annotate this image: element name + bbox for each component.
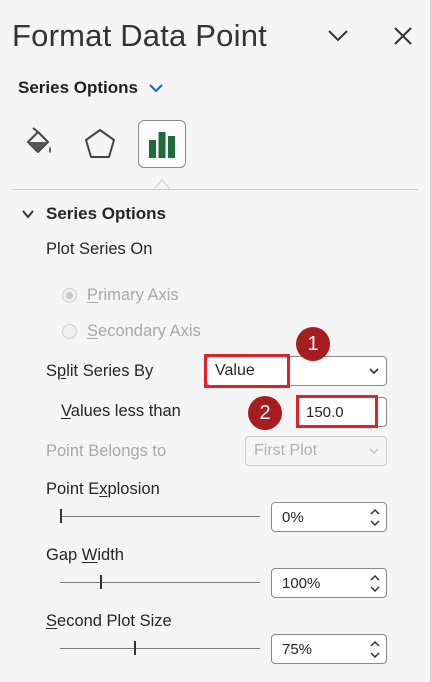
gap-width-spinner[interactable]: 100%: [271, 568, 387, 598]
spin-up-icon[interactable]: [370, 508, 380, 516]
second-plot-size-slider[interactable]: [60, 640, 260, 656]
second-plot-size-label: Second Plot Size: [46, 612, 172, 630]
primary-axis-radio[interactable]: Primary Axis: [62, 286, 179, 305]
paint-bucket-icon: [27, 127, 51, 153]
callout-badge-1: 1: [296, 327, 330, 361]
plot-series-on-label: Plot Series On: [46, 240, 153, 258]
slider-thumb[interactable]: [60, 509, 62, 523]
second-plot-size-spinner[interactable]: 75%: [271, 634, 387, 664]
secondary-axis-radio[interactable]: Secondary Axis: [62, 322, 201, 341]
chevron-down-icon: [149, 84, 163, 93]
secondary-axis-radio-button: [62, 324, 77, 339]
point-belongs-to-select: First Plot: [245, 436, 387, 466]
point-explosion-spinner[interactable]: 0%: [271, 502, 387, 532]
chevron-down-icon: [369, 368, 379, 375]
chevron-down-icon: [369, 448, 379, 455]
slider-track: [60, 516, 260, 517]
expand-chevron-icon: [22, 210, 34, 219]
point-explosion-slider[interactable]: [60, 508, 260, 524]
chevron-down-icon[interactable]: [324, 22, 352, 50]
format-pane: Format Data Point Series Options Series …: [0, 0, 432, 682]
gap-width-value: 100%: [282, 574, 321, 592]
spin-down-icon[interactable]: [370, 585, 380, 593]
pentagon-icon: [85, 129, 115, 158]
tab-effects[interactable]: [76, 120, 124, 168]
point-explosion-value: 0%: [282, 508, 304, 526]
spin-up-icon[interactable]: [370, 640, 380, 648]
highlight-box-1: [204, 354, 290, 388]
values-less-than-label: Values less than: [61, 402, 181, 420]
split-series-by-label: Split Series By: [46, 362, 154, 380]
bar-chart-icon: [149, 132, 175, 158]
slider-thumb[interactable]: [134, 641, 136, 655]
tab-fill-line[interactable]: [14, 120, 62, 168]
primary-axis-label: Primary Axis: [87, 286, 179, 304]
close-icon[interactable]: [389, 22, 417, 50]
point-explosion-label: Point Explosion: [46, 480, 160, 498]
tab-series-options[interactable]: [138, 120, 186, 168]
tab-divider: [12, 189, 418, 190]
section-title: Series Options: [46, 204, 166, 223]
section-series-options[interactable]: Series Options: [22, 204, 166, 224]
slider-track: [60, 582, 260, 583]
highlight-box-2: [296, 395, 378, 428]
gap-width-label: Gap Width: [46, 546, 124, 564]
spin-down-icon[interactable]: [370, 651, 380, 659]
point-belongs-to-label: Point Belongs to: [46, 442, 167, 460]
point-belongs-to-value: First Plot: [254, 442, 318, 459]
series-options-dropdown[interactable]: Series Options: [18, 78, 164, 98]
series-options-dropdown-label: Series Options: [18, 78, 138, 97]
pane-title: Format Data Point: [12, 18, 267, 53]
callout-badge-2: 2: [248, 396, 282, 430]
spin-down-icon[interactable]: [370, 519, 380, 527]
slider-track: [60, 648, 260, 649]
gap-width-slider[interactable]: [60, 574, 260, 590]
spin-up-icon[interactable]: [370, 574, 380, 582]
secondary-axis-label: Secondary Axis: [87, 322, 201, 340]
slider-thumb[interactable]: [100, 575, 102, 589]
primary-axis-radio-button: [62, 288, 77, 303]
second-plot-size-value: 75%: [282, 640, 313, 658]
